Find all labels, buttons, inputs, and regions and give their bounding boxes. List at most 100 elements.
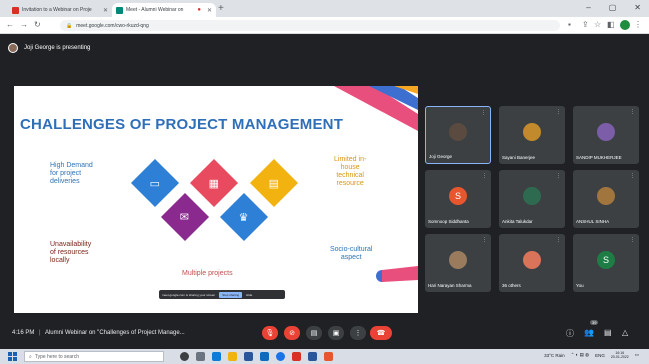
tray-icons[interactable]: ⌃ ◐ ▤ ◍ [571,352,589,358]
participant-tile[interactable]: ⋮ S You [573,234,639,292]
back-icon[interactable]: ← [6,20,14,29]
participant-tile[interactable]: ⋮ 36 others [499,234,565,292]
powerpoint-icon[interactable] [324,352,333,361]
participant-tile[interactable]: ⋮ S Somnoop Siddhanta [425,170,491,228]
presentation-icon: ▭ [149,177,161,190]
gmail-icon [12,6,19,14]
slide-item-limited-resource: Limited in- house technical resource [334,156,367,187]
avatar [597,187,615,205]
participant-tile[interactable]: ⋮ ANSHUL SINHA [573,170,639,228]
slide-item-high-demand: High Demand for project deliveries [50,162,93,185]
profile-avatar[interactable] [620,20,630,30]
task-view-icon[interactable] [196,352,205,361]
mic-off-icon: 🎙 [265,330,275,337]
participant-tile[interactable]: ⋮ SANDIP MUKHERJEE [573,106,639,164]
edge-icon[interactable] [212,352,221,361]
mail-diamond: ✉ [160,192,210,242]
people-icon[interactable]: 👥 [584,328,594,337]
participant-count-badge: 39 [590,320,599,325]
mic-muted-icon: ⋮ [556,109,561,115]
participant-name: SANDIP MUKHERJEE [576,155,622,160]
maximize-icon[interactable]: ▢ [609,3,617,12]
new-tab-icon[interactable]: + [218,3,224,14]
search-placeholder: Type here to search [34,353,80,360]
chat-icon[interactable]: ▤ [604,328,612,337]
camera-off-button[interactable]: ⊘ [284,326,300,340]
trophy-icon: ♛ [239,211,249,224]
mic-muted-icon: ⋮ [481,110,486,116]
mic-off-button[interactable]: 🎙 [262,326,278,340]
avatar [597,123,615,141]
separator: | [39,330,41,336]
close-window-icon[interactable]: ✕ [634,3,641,12]
mail-icon: ✉ [180,211,190,224]
close-tab-icon[interactable]: ✕ [103,7,108,14]
hide-button[interactable]: Hide [246,293,252,297]
mic-muted-icon: ⋮ [630,109,635,115]
word-icon[interactable] [308,352,317,361]
hangup-icon: ☎ [376,330,386,337]
slide-item-multiple-projects: Multiple projects [182,270,233,277]
info-icon[interactable]: ⓘ [566,328,574,339]
mic-muted-icon: ⋮ [630,173,635,179]
presenter-bar: Joji George is presenting [8,42,90,54]
presentation-diamond: ▭ [130,158,180,208]
cortana-icon[interactable] [180,352,189,361]
present-button[interactable]: ▣ [328,326,344,340]
extensions-icon[interactable]: ◧ [607,20,615,29]
participant-name: Hari Narayan Sharma [428,283,472,288]
reload-icon[interactable]: ↻ [34,20,41,29]
url-field[interactable]: 🔒 meet.google.com/cwo-rkuzd-qng [60,20,560,31]
activities-icon[interactable]: △ [622,328,628,337]
address-bar: ← → ↻ 🔒 meet.google.com/cwo-rkuzd-qng ▪ … [0,17,649,34]
mic-muted-icon: ⋮ [556,173,561,179]
star-icon[interactable]: ☆ [594,20,601,29]
system-tray: 33°C Rain ⌃ ◐ ▤ ◍ ENG 16:16 20-01-2022 ▭ [544,351,639,359]
calendar-diamond: ▦ [189,158,239,208]
menu-icon[interactable]: ⋮ [634,20,642,29]
close-tab-icon[interactable]: ✕ [207,7,212,14]
captions-button[interactable]: ▤ [306,326,322,340]
screen-share-notice: meet.google.com is sharing your screen S… [159,290,285,299]
avatar: S [597,251,615,269]
document-diamond: ▤ [249,158,299,208]
minimize-icon[interactable]: – [586,3,590,12]
store-icon[interactable] [244,352,253,361]
participant-tile[interactable]: ⋮ Ankita Talukdar [499,170,565,228]
participant-tile[interactable]: ⋮ Sayani Banerjee [499,106,565,164]
avatar [8,43,18,53]
clock[interactable]: 16:16 20-01-2022 [611,351,629,359]
tab-meet[interactable]: Meet - Alumni Webinar on ● ✕ [112,3,216,17]
more-icon: ⋮ [354,330,362,337]
meeting-info: 4:16 PM | Alumni Webinar on "Challenges … [12,330,185,336]
participant-tile[interactable]: ⋮ Hari Narayan Sharma [425,234,491,292]
file-explorer-icon[interactable] [228,352,237,361]
more-options-button[interactable]: ⋮ [350,326,366,340]
participant-name: You [576,283,584,288]
share-icon[interactable]: ⇪ [582,20,589,29]
chrome-icon[interactable] [276,352,285,361]
weather-text[interactable]: 33°C Rain [544,353,565,358]
leave-call-button[interactable]: ☎ [370,326,392,340]
participant-tile[interactable]: ⋮ Joji George [425,106,491,164]
recording-dot-icon: ● [197,7,201,13]
camera-off-icon: ⊘ [289,330,295,337]
mic-muted-icon: ⋮ [482,237,487,243]
trophy-diamond: ♛ [219,192,269,242]
forward-icon[interactable]: → [20,20,28,29]
app-icon[interactable] [292,352,301,361]
avatar [449,123,467,141]
language-indicator[interactable]: ENG [595,353,605,358]
tab-invitation[interactable]: Invitation to a Webinar on Proje ✕ [8,3,112,17]
browser-tab-bar: Invitation to a Webinar on Proje ✕ Meet … [0,0,649,17]
stop-sharing-button[interactable]: Stop sharing [219,291,243,298]
camera-icon[interactable]: ▪ [568,20,571,29]
mail-app-icon[interactable] [260,352,269,361]
notification-icon[interactable]: ▭ [635,352,639,358]
windows-start-icon[interactable] [8,352,17,361]
captions-icon: ▤ [310,330,318,337]
search-icon: ⌕ [29,353,32,360]
slide-item-unavailability: Unavailability of resources locally [50,241,92,264]
meeting-title: Alumni Webinar on "Challenges of Project… [44,330,185,336]
taskbar-search-field[interactable]: ⌕ Type here to search [24,351,164,362]
